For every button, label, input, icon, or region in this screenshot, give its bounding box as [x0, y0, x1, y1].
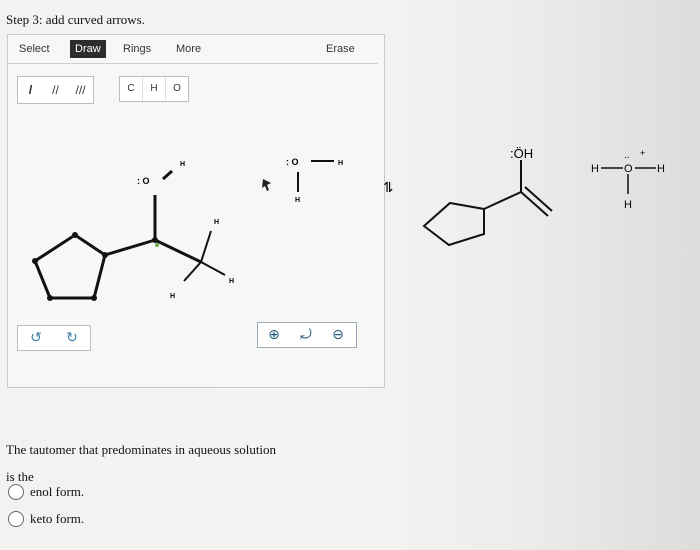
atom-dot	[47, 295, 53, 301]
zoom-group: ⊕ ⤾ ⊖	[257, 322, 357, 348]
zoom-in-icon[interactable]: ⊕	[258, 323, 290, 347]
oxygen-label: : O	[137, 176, 150, 186]
cyclopentane-ring	[33, 233, 107, 300]
undo-icon[interactable]: ↺	[18, 326, 54, 350]
h-atom-label: H	[170, 293, 175, 300]
atom-marker	[155, 243, 159, 247]
atom-dot	[32, 258, 38, 264]
radio-button[interactable]	[8, 484, 24, 500]
h-atom-label: H	[180, 161, 185, 168]
redo-icon[interactable]: ↻	[54, 326, 90, 350]
water-oxygen-label: : O	[286, 157, 299, 167]
hydronium-h-label: H	[657, 163, 665, 175]
lone-pair-label: ..	[624, 150, 630, 161]
tautomer-equation: ⇌ :ÖH H O .. + H H	[380, 146, 665, 247]
cursor-icon	[262, 179, 271, 191]
undo-redo-group: ↺ ↻	[17, 325, 91, 351]
h-atom-label: H	[295, 197, 300, 204]
h-atom-label: H	[229, 278, 234, 285]
step-title: Step 3: add curved arrows.	[6, 12, 145, 27]
hydronium-h-label: H	[591, 163, 599, 175]
bond	[183, 261, 202, 282]
h-atom-label: H	[338, 160, 343, 167]
bond	[483, 191, 522, 210]
question-text: The tautomer that predominates in aqueou…	[6, 436, 276, 490]
bond	[154, 238, 202, 264]
drawing-panel: Select Draw Rings More Erase / // /// C …	[7, 34, 385, 388]
atom-dot	[91, 295, 97, 301]
radio-button[interactable]	[8, 511, 24, 527]
charge-label: +	[640, 148, 645, 158]
hydronium-o-label: O	[624, 163, 633, 175]
atom-dot	[72, 232, 78, 238]
question-line-1: The tautomer that predominates in aqueou…	[6, 442, 277, 457]
hydronium-h-label: H	[624, 199, 632, 211]
equilibrium-arrow-icon: ⇌	[380, 181, 396, 193]
oh-label: :ÖH	[510, 146, 533, 161]
reset-zoom-icon[interactable]: ⤾	[290, 323, 322, 347]
bond	[200, 261, 226, 276]
bond	[104, 238, 156, 257]
bond	[200, 230, 212, 263]
cyclopentane-ring	[422, 201, 485, 247]
option-enol[interactable]: enol form.	[8, 484, 84, 500]
option-label: keto form.	[30, 511, 85, 526]
zoom-out-icon[interactable]: ⊖	[322, 323, 354, 347]
option-label: enol form.	[30, 484, 85, 499]
h-atom-label: H	[214, 219, 219, 226]
bond	[162, 169, 173, 181]
option-keto[interactable]: keto form.	[8, 511, 84, 527]
